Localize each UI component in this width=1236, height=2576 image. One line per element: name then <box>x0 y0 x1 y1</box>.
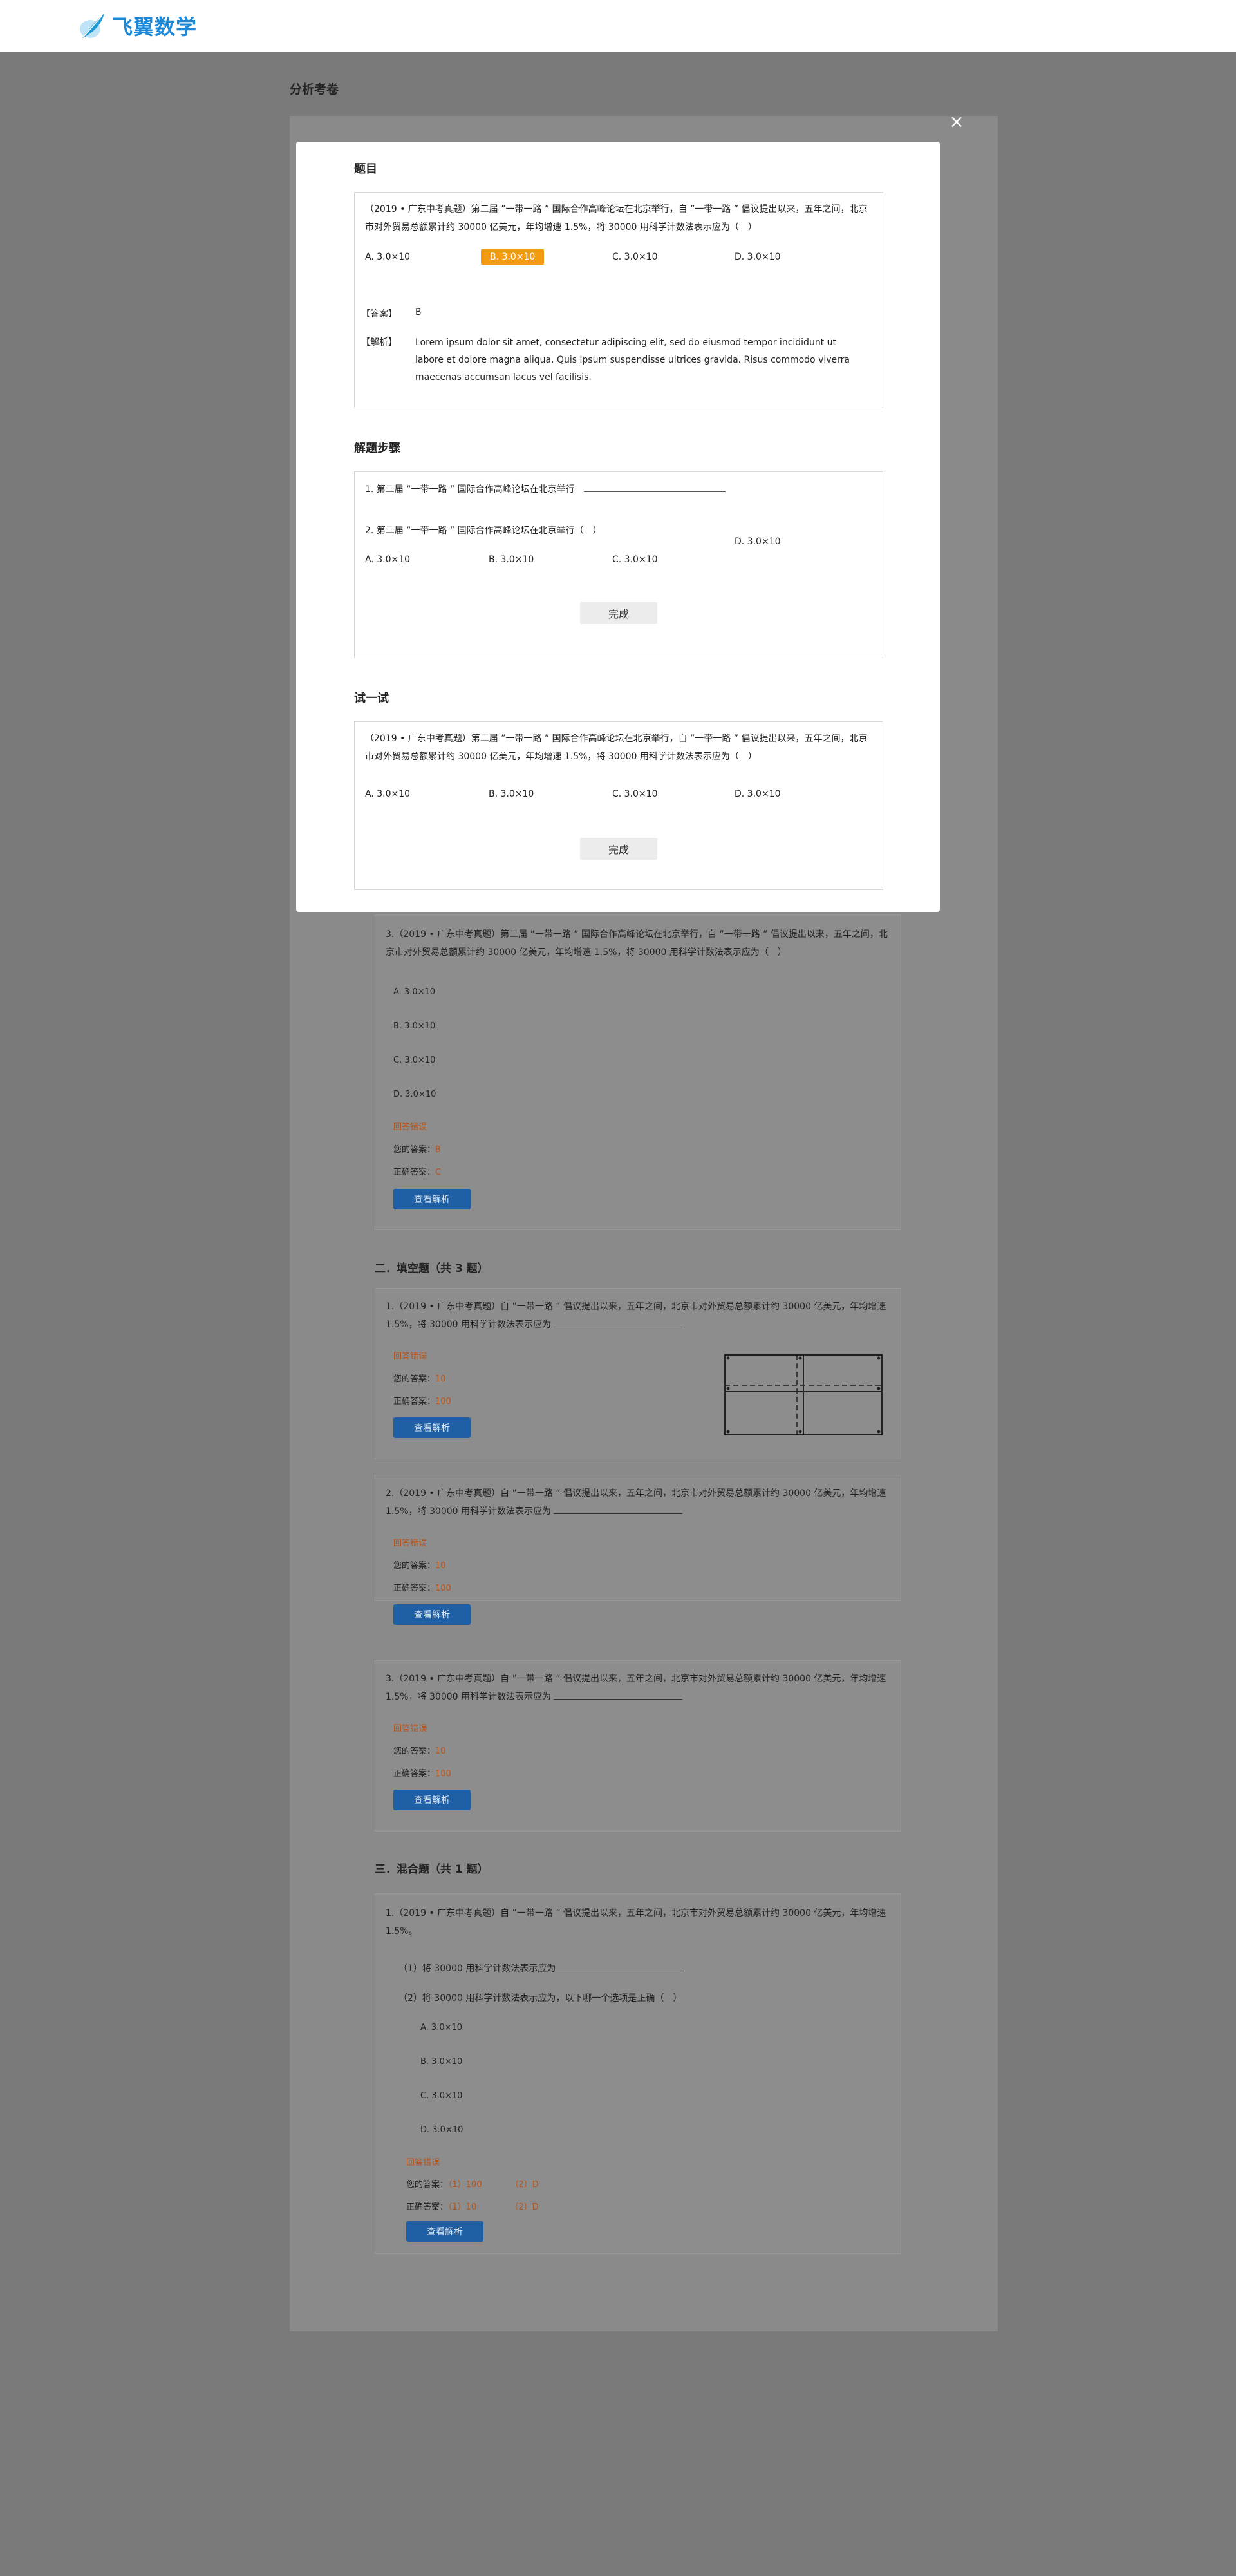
close-icon[interactable]: × <box>948 113 966 131</box>
question-section-title: 题目 <box>354 162 377 176</box>
option-a[interactable]: A. 3.0×10 <box>365 789 410 799</box>
option-b[interactable]: B. 3.0×10 <box>489 789 534 799</box>
answer-label: 【答案】 <box>361 309 397 319</box>
analysis-text: Lorem ipsum dolor sit amet, consectetur … <box>415 337 850 383</box>
option-c[interactable]: C. 3.0×10 <box>612 252 658 262</box>
option-d[interactable]: D. 3.0×10 <box>735 536 781 547</box>
question-text: （2019 • 广东中考真题）第二届 ”一带一路 ” 国际合作高峰论坛在北京举行… <box>365 734 868 762</box>
option-a[interactable]: A. 3.0×10 <box>365 252 410 262</box>
option-d[interactable]: D. 3.0×10 <box>735 252 781 262</box>
step-2: 2. 第二届 ”一带一路 ” 国际合作高峰论坛在北京举行（ ） <box>365 526 602 536</box>
try-box: （2019 • 广东中考真题）第二届 ”一带一路 ” 国际合作高峰论坛在北京举行… <box>354 721 883 890</box>
try-done-button[interactable]: 完成 <box>580 838 657 860</box>
step-1: 1. 第二届 ”一带一路 ” 国际合作高峰论坛在北京举行 <box>365 482 726 495</box>
option-c[interactable]: C. 3.0×10 <box>612 554 658 565</box>
option-d[interactable]: D. 3.0×10 <box>735 789 781 799</box>
option-c[interactable]: C. 3.0×10 <box>612 789 658 799</box>
analysis-modal: 题目 （2019 • 广东中考真题）第二届 ”一带一路 ” 国际合作高峰论坛在北… <box>296 142 940 912</box>
question-text: （2019 • 广东中考真题）第二届 ”一带一路 ” 国际合作高峰论坛在北京举行… <box>365 204 868 232</box>
answer-value: B <box>415 307 422 317</box>
question-box: （2019 • 广东中考真题）第二届 ”一带一路 ” 国际合作高峰论坛在北京举行… <box>354 192 883 408</box>
try-section-title: 试一试 <box>354 692 389 705</box>
step-1-blank[interactable] <box>583 483 726 492</box>
option-b-selected[interactable]: B. 3.0×10 <box>481 249 545 265</box>
steps-section-title: 解题步骤 <box>354 442 400 455</box>
steps-box: 1. 第二届 ”一带一路 ” 国际合作高峰论坛在北京举行 2. 第二届 ”一带一… <box>354 471 883 658</box>
option-a[interactable]: A. 3.0×10 <box>365 554 410 565</box>
analysis-label: 【解析】 <box>361 337 397 348</box>
steps-done-button[interactable]: 完成 <box>580 602 657 624</box>
option-b[interactable]: B. 3.0×10 <box>489 554 534 565</box>
